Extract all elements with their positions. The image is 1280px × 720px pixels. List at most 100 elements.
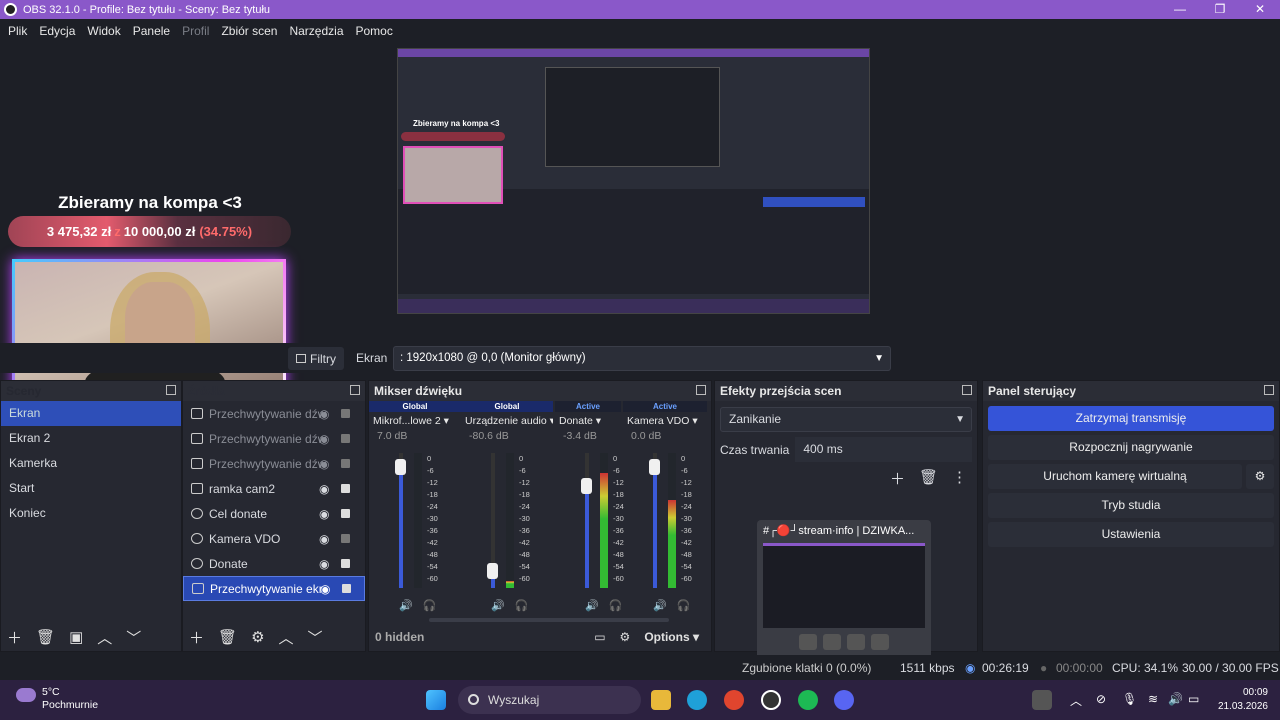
chrome-icon[interactable] <box>724 690 744 710</box>
wifi-icon[interactable]: ≋ <box>1148 692 1158 706</box>
scene-item[interactable]: Koniec <box>1 501 181 526</box>
monitor-icon[interactable]: 🎧 <box>515 599 529 612</box>
channel-name[interactable]: Kamera VDO ▾ <box>623 412 707 430</box>
tray-app-icon[interactable] <box>1032 690 1052 710</box>
weather-widget[interactable]: 5°C Pochmurnie <box>16 686 98 712</box>
visibility-icon[interactable]: ◉ <box>319 482 329 496</box>
source-item[interactable]: Przechwytywanie dźw ◉ <box>183 451 365 476</box>
maximize-button[interactable]: ❐ <box>1200 0 1240 19</box>
menu-help[interactable]: Pomoc <box>356 24 393 38</box>
monitor-icon[interactable]: 🎧 <box>423 599 437 612</box>
visibility-icon[interactable]: ◉ <box>320 582 330 596</box>
menu-scene-collection[interactable]: Zbiór scen <box>221 24 277 38</box>
more-options-icon[interactable]: ⋮ <box>952 468 967 489</box>
battery-icon[interactable]: ▭ <box>1188 692 1199 706</box>
virtual-camera-settings-icon[interactable]: ⚙ <box>1246 464 1274 489</box>
spotify-icon[interactable] <box>798 690 818 710</box>
discord-stream-popup[interactable]: #┌🔴┘stream·info | DZIWKA... <box>757 520 931 668</box>
visibility-off-icon[interactable]: ◉ <box>319 407 329 421</box>
filters-button[interactable]: Filtry <box>288 347 344 370</box>
source-item[interactable]: Przechwytywanie dźw ◉ <box>183 401 365 426</box>
lock-icon[interactable] <box>341 459 350 468</box>
monitor-select[interactable]: : 1920x1080 @ 0,0 (Monitor główny) ▼ <box>393 346 891 371</box>
scene-item[interactable]: Ekran 2 <box>1 426 181 451</box>
lock-icon[interactable] <box>341 559 350 568</box>
visibility-icon[interactable]: ◉ <box>319 557 329 571</box>
duration-input[interactable]: 400 ms <box>795 437 972 462</box>
monitor-icon[interactable]: 🎧 <box>609 599 623 612</box>
move-down-icon[interactable]: ﹀ <box>126 627 141 648</box>
visibility-icon[interactable]: ◉ <box>319 507 329 521</box>
volume-icon[interactable]: 🔊 <box>1168 692 1183 706</box>
monitor-icon[interactable]: 🎧 <box>677 599 691 612</box>
mute-icon[interactable]: 🔊 <box>585 599 599 612</box>
transition-select[interactable]: Zanikanie ▼ <box>720 407 972 432</box>
minimize-button[interactable]: — <box>1160 0 1200 19</box>
volume-fader-handle[interactable] <box>649 459 660 476</box>
scene-item[interactable]: Ekran <box>1 401 181 426</box>
add-source-icon[interactable]: ＋ <box>189 627 204 648</box>
network-off-icon[interactable]: ⊘ <box>1096 692 1106 706</box>
menu-view[interactable]: Widok <box>87 24 120 38</box>
source-item[interactable]: Przechwytywanie dźw ◉ <box>183 426 365 451</box>
remove-scene-icon[interactable]: 🗑 <box>36 628 55 646</box>
taskbar-search[interactable]: Wyszukaj <box>458 686 641 714</box>
popout-icon[interactable] <box>1264 385 1274 395</box>
menu-docks[interactable]: Panele <box>133 24 170 38</box>
chevron-up-icon[interactable]: ︿ <box>1070 692 1082 709</box>
remove-transition-icon[interactable]: 🗑 <box>919 468 938 489</box>
visibility-icon[interactable]: ◉ <box>319 532 329 546</box>
volume-fader-track[interactable] <box>585 453 589 588</box>
visibility-off-icon[interactable]: ◉ <box>319 432 329 446</box>
menu-tools[interactable]: Narzędzia <box>289 24 343 38</box>
source-item[interactable]: Kamera VDO ◉ <box>183 526 365 551</box>
close-button[interactable]: ✕ <box>1240 0 1280 19</box>
mixer-scrollbar[interactable] <box>429 618 669 622</box>
volume-fader-handle[interactable] <box>581 478 592 494</box>
stop-streaming-button[interactable]: Zatrzymaj transmisję <box>988 406 1274 431</box>
volume-fader-handle[interactable] <box>395 459 406 476</box>
scene-item[interactable]: Kamerka <box>1 451 181 476</box>
menu-profile[interactable]: Profil <box>182 24 209 38</box>
scene-item[interactable]: Start <box>1 476 181 501</box>
camera-icon[interactable] <box>799 634 817 650</box>
mute-icon[interactable]: 🔊 <box>653 599 667 612</box>
settings-button[interactable]: Ustawienia <box>988 522 1274 547</box>
start-virtual-camera-button[interactable]: Uruchom kamerę wirtualną <box>988 464 1242 489</box>
disconnect-icon[interactable] <box>871 634 889 650</box>
discord-icon[interactable] <box>834 690 854 710</box>
popout-icon[interactable] <box>696 385 706 395</box>
remove-source-icon[interactable]: 🗑 <box>218 628 237 646</box>
popout-icon[interactable] <box>166 385 176 395</box>
channel-name[interactable]: Donate ▾ <box>555 412 621 430</box>
lock-icon[interactable] <box>341 534 350 543</box>
source-item[interactable]: ramka cam2 ◉ <box>183 476 365 501</box>
mixer-settings-icon[interactable]: ⚙ <box>620 630 631 644</box>
source-properties-icon[interactable]: ⚙ <box>251 628 264 646</box>
move-up-icon[interactable]: ︿ <box>97 627 112 648</box>
studio-mode-button[interactable]: Tryb studia <box>988 493 1274 518</box>
source-item[interactable]: Przechwytywanie ekr ◉ <box>183 576 365 601</box>
add-transition-icon[interactable]: ＋ <box>890 468 905 489</box>
menu-edit[interactable]: Edycja <box>39 24 75 38</box>
mixer-options-button[interactable]: Options ▾ <box>644 630 699 644</box>
source-item[interactable]: Donate ◉ <box>183 551 365 576</box>
obs-icon[interactable] <box>761 690 781 710</box>
preview-area[interactable]: Zbieramy na kompa <3 Zbieramy na kompa <… <box>0 43 1280 412</box>
volume-fader-handle[interactable] <box>487 563 498 579</box>
move-up-icon[interactable]: ︿ <box>279 627 294 648</box>
lock-icon[interactable] <box>341 509 350 518</box>
lock-icon[interactable] <box>341 434 350 443</box>
lock-icon[interactable] <box>342 584 351 593</box>
scene-filters-icon[interactable]: ▣ <box>69 628 83 646</box>
add-scene-icon[interactable]: ＋ <box>7 627 22 648</box>
channel-name[interactable]: Mikrof...lowe 2 ▾ <box>369 412 461 430</box>
layout-icon[interactable]: ▭ <box>594 630 605 644</box>
headphones-icon[interactable] <box>847 634 865 650</box>
windows-start-icon[interactable] <box>426 690 446 710</box>
lock-icon[interactable] <box>341 409 350 418</box>
microphone-icon[interactable]: 🎙 <box>1122 692 1137 706</box>
clock[interactable]: 00:09 21.03.2026 <box>1218 686 1268 714</box>
file-explorer-icon[interactable] <box>651 690 671 710</box>
source-item[interactable]: Cel donate ◉ <box>183 501 365 526</box>
